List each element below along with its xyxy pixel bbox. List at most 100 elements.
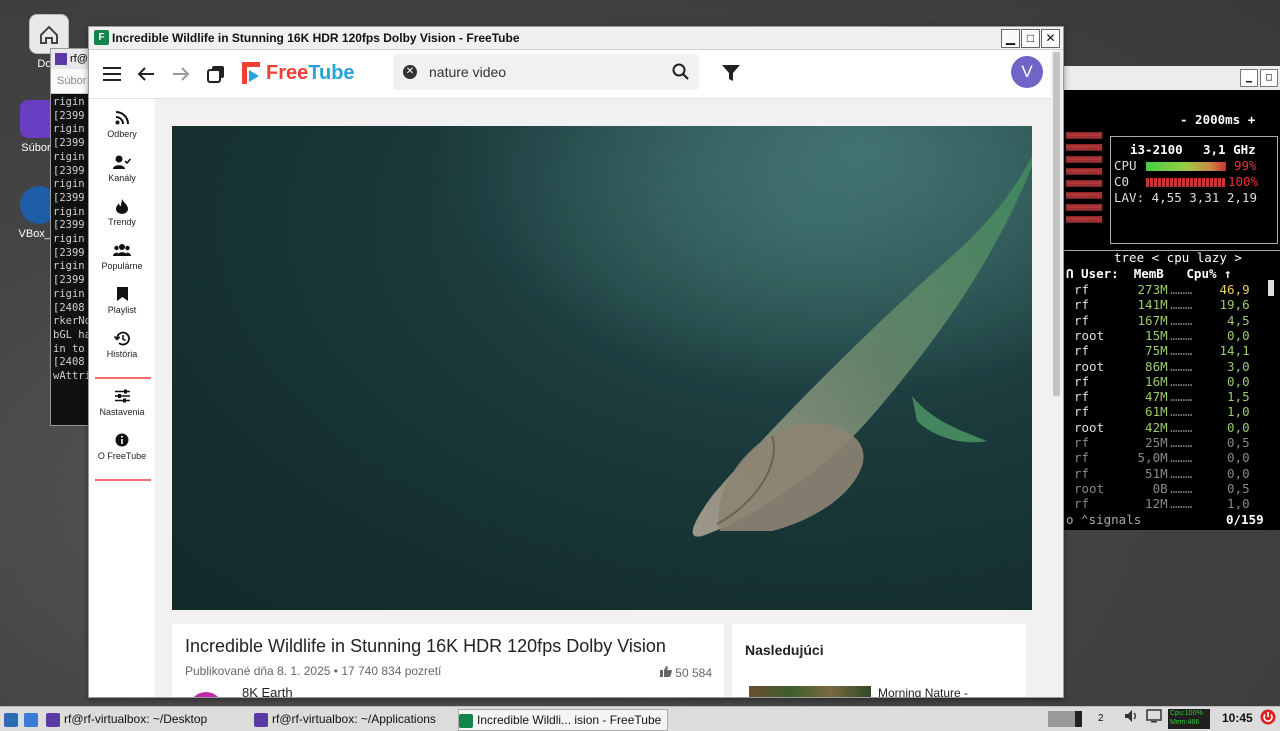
process-graph: ……… bbox=[1170, 343, 1201, 359]
sidebar-item-channels[interactable]: Kanály bbox=[89, 155, 155, 183]
taskbar-item-label: rf@rf-virtualbox: ~/Applications bbox=[272, 712, 436, 726]
process-mem: 16M bbox=[1130, 373, 1168, 389]
display-icon[interactable] bbox=[1146, 709, 1162, 729]
workspace-number[interactable]: 2 bbox=[1098, 709, 1104, 729]
history-icon bbox=[89, 331, 155, 349]
process-graph: ……… bbox=[1170, 389, 1201, 405]
titlebar[interactable]: F Incredible Wildlife in Stunning 16K HD… bbox=[89, 27, 1063, 50]
maximize-button[interactable]: □ bbox=[1021, 29, 1040, 48]
process-user: root bbox=[1074, 480, 1105, 496]
process-cpu: 3,0 bbox=[1212, 358, 1250, 374]
process-mem: 167M bbox=[1130, 312, 1168, 328]
process-user: rf bbox=[1074, 435, 1090, 450]
process-mem: 5,0M bbox=[1130, 450, 1168, 466]
up-next-card: Nasledujúci Morning Nature - bbox=[732, 624, 1026, 697]
sidebar-item-history[interactable]: História bbox=[89, 331, 155, 359]
channel-name[interactable]: 8K Earth bbox=[242, 685, 293, 697]
htop-titlebar[interactable]: ▁ □ bbox=[1064, 66, 1280, 90]
sidebar-item-label: História bbox=[106, 349, 138, 359]
freetube-app-icon bbox=[459, 713, 473, 728]
maximize-button[interactable]: □ bbox=[1260, 69, 1278, 87]
process-graph: ……… bbox=[1170, 496, 1201, 512]
process-mem: 15M bbox=[1130, 327, 1168, 343]
channel-avatar[interactable] bbox=[189, 692, 223, 697]
back-arrow-icon[interactable] bbox=[134, 62, 158, 86]
close-button[interactable]: ✕ bbox=[1041, 29, 1060, 48]
sidebar-item-label: Odbery bbox=[107, 129, 137, 139]
process-user: rf bbox=[1074, 465, 1090, 481]
c0-percent: 100% bbox=[1228, 174, 1259, 189]
likes-value: 50 584 bbox=[675, 666, 712, 680]
clock[interactable]: 10:45 bbox=[1222, 711, 1253, 725]
taskbar-item-freetube[interactable]: Incredible Wildli... ision - FreeTube bbox=[458, 709, 669, 731]
power-icon[interactable] bbox=[1260, 709, 1276, 729]
apps-grid-icon[interactable] bbox=[24, 709, 42, 729]
htop-scroll[interactable] bbox=[1268, 280, 1274, 296]
sidebar-item-trending[interactable]: Trendy bbox=[89, 199, 155, 227]
volume-icon[interactable] bbox=[1124, 709, 1138, 729]
window-scrollbar[interactable] bbox=[1051, 50, 1062, 697]
filter-icon[interactable] bbox=[721, 64, 741, 82]
watch-content: Incredible Wildlife in Stunning 16K HDR … bbox=[155, 99, 1051, 697]
process-graph: ……… bbox=[1170, 450, 1201, 466]
sidebar-divider bbox=[95, 479, 151, 481]
cpu-monitor-widget[interactable]: Cpu:100% Mem:466 bbox=[1168, 709, 1210, 729]
process-graph: ……… bbox=[1170, 373, 1201, 389]
video-player[interactable] bbox=[172, 126, 1032, 610]
process-user: rf bbox=[1074, 312, 1090, 328]
sidebar-divider bbox=[95, 377, 151, 379]
process-cpu: 1,0 bbox=[1212, 496, 1250, 512]
video-title: Incredible Wildlife in Stunning 16K HDR … bbox=[185, 636, 666, 656]
up-next-thumbnail[interactable] bbox=[749, 686, 871, 697]
sidebar-item-label: Populárne bbox=[101, 261, 143, 271]
search-icon[interactable] bbox=[671, 62, 691, 82]
sidebar-item-settings[interactable]: Nastavenia bbox=[89, 389, 155, 417]
cpu-meter bbox=[1146, 162, 1226, 171]
menu-icon[interactable] bbox=[100, 62, 124, 86]
terminal-icon bbox=[55, 53, 67, 66]
sidebar-item-label: Trendy bbox=[108, 217, 136, 227]
freetube-window[interactable]: F Incredible Wildlife in Stunning 16K HD… bbox=[88, 26, 1064, 698]
taskbar-item-desktop[interactable]: rf@rf-virtualbox: ~/Desktop bbox=[46, 709, 207, 729]
process-graph: ……… bbox=[1170, 404, 1201, 420]
htop-tabs[interactable]: tree < cpu lazy > bbox=[1114, 250, 1242, 265]
logo-tube: Tube bbox=[308, 61, 355, 84]
taskbar-item-applications[interactable]: rf@rf-virtualbox: ~/Applications bbox=[254, 709, 436, 729]
top-nav: FreeTube ✕ nature video V bbox=[89, 50, 1051, 99]
forward-arrow-icon[interactable] bbox=[169, 62, 193, 86]
workspace-preview[interactable] bbox=[1048, 711, 1082, 727]
search-bar[interactable]: ✕ nature video bbox=[393, 54, 699, 90]
taskbar-item-label: Incredible Wildli... ision - FreeTube bbox=[477, 713, 662, 727]
logo-free: Free bbox=[266, 61, 309, 84]
sidebar-item-popular[interactable]: Populárne bbox=[89, 243, 155, 271]
window-title: Incredible Wildlife in Stunning 16K HDR … bbox=[112, 31, 520, 45]
up-next-title[interactable]: Morning Nature - bbox=[878, 686, 968, 697]
htop-header: Ո User: MemB Cpu% ↑ bbox=[1066, 266, 1232, 281]
start-menu-icon[interactable] bbox=[4, 709, 22, 729]
thumbs-up-icon bbox=[659, 666, 675, 680]
sidebar-item-playlist[interactable]: Playlist bbox=[89, 287, 155, 315]
sidebar-item-label: O FreeTube bbox=[97, 451, 147, 461]
sidebar-item-subscriptions[interactable]: Odbery bbox=[89, 111, 155, 139]
bookmark-icon bbox=[89, 287, 155, 305]
process-user: rf bbox=[1074, 404, 1090, 420]
rss-icon bbox=[89, 111, 155, 129]
sidebar-item-label: Kanály bbox=[108, 173, 136, 183]
process-mem: 12M bbox=[1130, 496, 1168, 512]
scrollbar-thumb[interactable] bbox=[1053, 52, 1060, 396]
sidebar-item-about[interactable]: O FreeTube bbox=[89, 433, 155, 461]
users-icon bbox=[89, 243, 155, 261]
minimize-button[interactable]: ▁ bbox=[1001, 29, 1020, 48]
new-window-icon[interactable] bbox=[204, 62, 228, 86]
process-cpu: 19,6 bbox=[1212, 297, 1250, 313]
minimize-button[interactable]: ▁ bbox=[1240, 69, 1258, 87]
clear-search-icon[interactable]: ✕ bbox=[403, 65, 417, 79]
freetube-logo[interactable]: FreeTube bbox=[242, 60, 355, 86]
search-input[interactable]: nature video bbox=[429, 64, 506, 80]
process-cpu: 1,0 bbox=[1212, 404, 1250, 420]
htop-interval[interactable]: - 2000ms + bbox=[1180, 112, 1255, 127]
profile-avatar[interactable]: V bbox=[1011, 56, 1043, 88]
htop-window[interactable]: ▁ □ - 2000ms + ▦▦▦▦▦▦ ▦▦▦▦▦▦ ▦▦▦▦▦▦ ▦▦▦▦▦▦ ▦… bbox=[1064, 66, 1280, 530]
process-cpu: 4,5 bbox=[1212, 312, 1250, 328]
cpu-label: CPU bbox=[1114, 158, 1137, 173]
